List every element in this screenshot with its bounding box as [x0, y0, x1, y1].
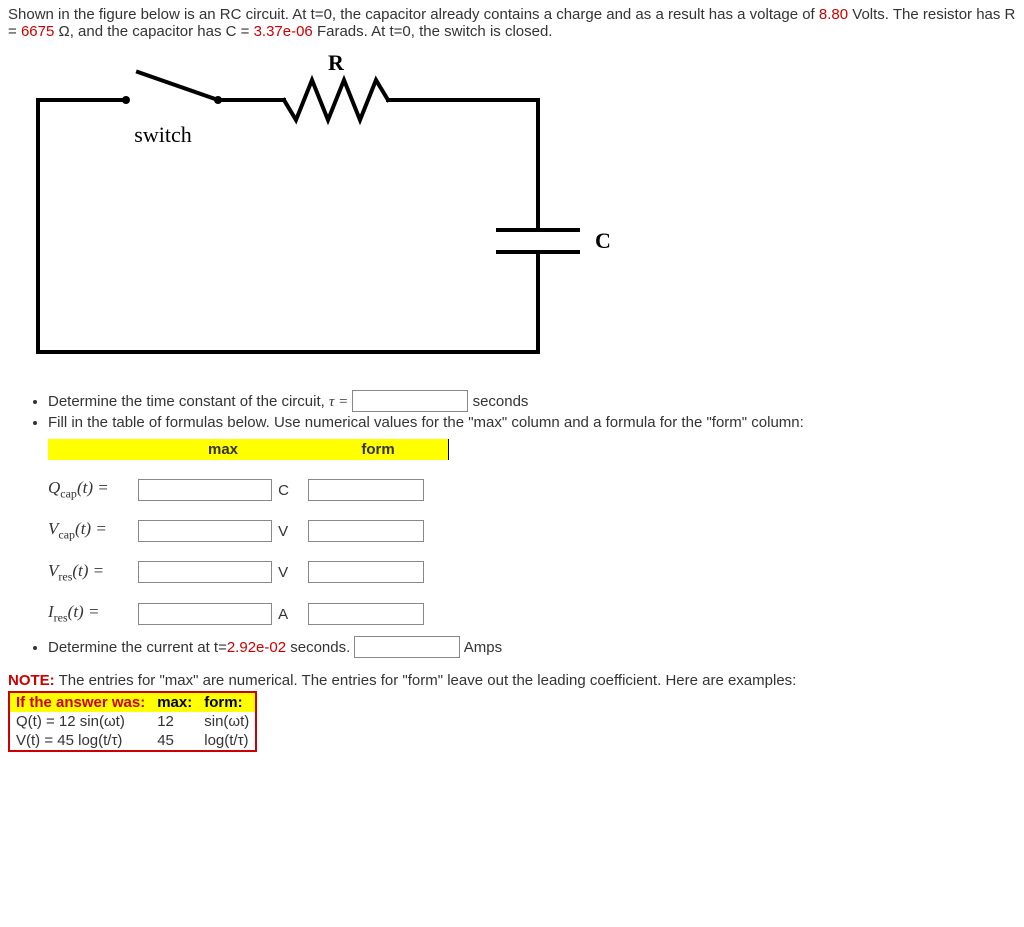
- input-Qcap-form[interactable]: [308, 479, 424, 501]
- row-label-Qcap: Qcap(t) =: [48, 478, 138, 501]
- input-Vres-max[interactable]: [138, 561, 272, 583]
- value-time: 2.92e-02: [227, 639, 286, 656]
- example-r2-max: 45: [151, 731, 198, 751]
- input-Qcap-max[interactable]: [138, 479, 272, 501]
- formula-table: max form Qcap(t) = C Vcap(t) = V Vres(t)…: [48, 439, 1016, 626]
- example-header-b: max:: [151, 692, 198, 712]
- example-r1-form: sin(ωt): [198, 712, 256, 731]
- question-table-intro: Fill in the table of formulas below. Use…: [48, 414, 1016, 431]
- value-resistance: 6675: [21, 23, 54, 40]
- circuit-diagram: R C switch: [8, 52, 1016, 372]
- question-tau: Determine the time constant of the circu…: [48, 390, 1016, 412]
- input-current[interactable]: [354, 636, 460, 658]
- input-Ires-max[interactable]: [138, 603, 272, 625]
- example-table: If the answer was: max: form: Q(t) = 12 …: [8, 691, 257, 752]
- example-header-a: If the answer was:: [9, 692, 151, 712]
- example-r2-lhs: V(t) = 45 log(t/τ): [9, 731, 151, 751]
- input-Vcap-max[interactable]: [138, 520, 272, 542]
- example-r2-form: log(t/τ): [198, 731, 256, 751]
- intro-text-4: Farads. At t=0, the switch is closed.: [313, 23, 553, 40]
- example-r1-max: 12: [151, 712, 198, 731]
- example-r1-lhs: Q(t) = 12 sin(ωt): [9, 712, 151, 731]
- input-Ires-form[interactable]: [308, 603, 424, 625]
- input-tau[interactable]: [352, 390, 468, 412]
- label-switch: switch: [134, 122, 191, 147]
- example-header-c: form:: [198, 692, 256, 712]
- col-header-max: max: [138, 439, 308, 460]
- row-label-Vres: Vres(t) =: [48, 561, 138, 584]
- question-current: Determine the current at t=2.92e-02 seco…: [48, 636, 1016, 658]
- row-label-Ires: Ires(t) =: [48, 602, 138, 625]
- intro-text-3: Ω, and the capacitor has C =: [54, 23, 253, 40]
- intro-text-1: Shown in the figure below is an RC circu…: [8, 6, 819, 23]
- value-capacitance: 3.37e-06: [254, 23, 313, 40]
- col-header-form: form: [308, 439, 449, 460]
- problem-statement: Shown in the figure below is an RC circu…: [8, 6, 1016, 40]
- value-initial-voltage: 8.80: [819, 6, 848, 23]
- input-Vres-form[interactable]: [308, 561, 424, 583]
- input-Vcap-form[interactable]: [308, 520, 424, 542]
- label-C: C: [595, 228, 611, 253]
- note: NOTE: The entries for "max" are numerica…: [8, 672, 1016, 689]
- row-label-Vcap: Vcap(t) =: [48, 519, 138, 542]
- question-list: Determine the time constant of the circu…: [8, 390, 1016, 431]
- label-R: R: [328, 52, 345, 75]
